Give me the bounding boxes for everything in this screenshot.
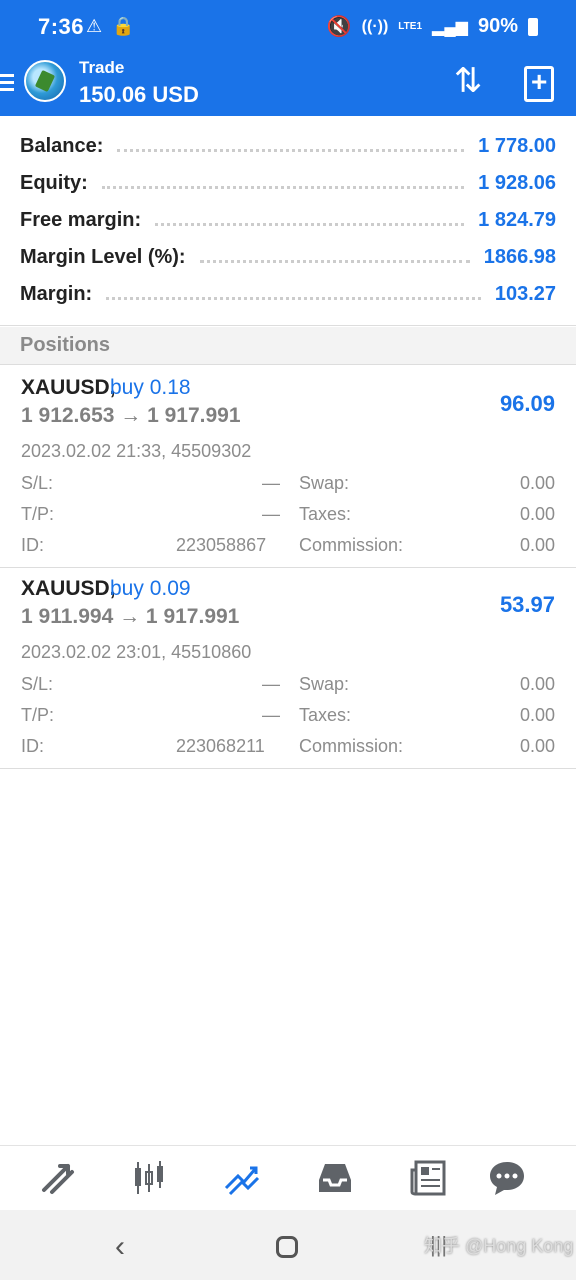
app-toolbar: Trade 150.06 USD ⇅	[0, 56, 576, 116]
position-symbol: XAUUSD,	[21, 577, 116, 600]
position-date: 2023.02.02 23:01, 45510860	[21, 642, 252, 662]
page-title: Trade	[79, 58, 125, 77]
summary-value: 103.27	[494, 283, 556, 305]
page-subtitle-profit: 150.06 USD	[79, 82, 199, 107]
wifi-icon: ((·))	[361, 17, 389, 35]
summary-label: Margin:	[20, 283, 93, 305]
swap-value: 0.00	[519, 473, 555, 493]
quotes-icon[interactable]	[38, 1158, 78, 1198]
position-price: 1 911.994 → 1 917.991	[21, 605, 240, 628]
status-bar: 7:36 ⚠ 🔒 🔇 ((·)) LTE1 ▂▄▆ 90%	[0, 0, 576, 56]
warning-icon: ⚠	[86, 16, 103, 36]
tp-label: T/P:	[21, 705, 55, 725]
swap-label: Swap:	[299, 674, 350, 694]
position-symbol: XAUUSD,	[21, 376, 116, 399]
summary-row-balance: Balance: 1 778.00	[20, 128, 556, 165]
summary-label: Equity:	[20, 172, 88, 194]
sl-label: S/L:	[21, 674, 54, 694]
summary-value: 1 824.79	[478, 209, 556, 231]
position-profit: 96.09	[499, 391, 555, 416]
status-time: 7:36	[38, 14, 85, 39]
watermark: 知乎 @Hong Kong	[424, 1236, 574, 1256]
dotted-leader	[117, 142, 465, 152]
summary-label: Balance:	[20, 135, 104, 157]
id-label: ID:	[21, 736, 45, 756]
position-type: buy 0.18	[110, 376, 191, 399]
account-summary: Balance: 1 778.00 Equity: 1 928.06 Free …	[0, 116, 576, 326]
network-label: LTE1	[398, 21, 423, 32]
position-row[interactable]: XAUUSD, buy 0.18 1 912.653 → 1 917.991 9…	[0, 366, 576, 568]
sort-icon[interactable]: ⇅	[448, 64, 488, 104]
summary-row-free-margin: Free margin: 1 824.79	[20, 202, 556, 239]
position-row[interactable]: XAUUSD, buy 0.09 1 911.994 → 1 917.991 5…	[0, 567, 576, 769]
chart-icon[interactable]	[129, 1158, 169, 1198]
trade-icon[interactable]	[222, 1158, 262, 1198]
status-right: 🔇 ((·)) LTE1 ▂▄▆ 90%	[327, 14, 538, 39]
home-icon[interactable]	[276, 1236, 298, 1258]
metatrader-logo-icon	[24, 60, 66, 102]
dotted-leader	[101, 179, 465, 189]
taxes-label: Taxes:	[299, 504, 352, 524]
history-icon[interactable]	[315, 1158, 355, 1198]
position-type: buy 0.09	[110, 577, 191, 600]
messages-icon[interactable]	[487, 1158, 527, 1198]
commission-label: Commission:	[299, 736, 404, 756]
summary-value: 1 928.06	[478, 172, 556, 194]
id-value: 223068211	[176, 736, 265, 756]
app-root: 7:36 ⚠ 🔒 🔇 ((·)) LTE1 ▂▄▆ 90% Trade 150.…	[0, 0, 576, 1280]
id-label: ID:	[21, 535, 45, 555]
summary-value: 1866.98	[483, 246, 556, 268]
dotted-leader	[199, 253, 470, 263]
sl-value: —	[262, 674, 280, 694]
positions-header-label: Positions	[20, 334, 111, 356]
commission-label: Commission:	[299, 535, 404, 555]
mute-icon: 🔇	[326, 16, 352, 38]
taxes-label: Taxes:	[299, 705, 352, 725]
swap-value: 0.00	[519, 674, 555, 694]
dotted-leader	[106, 290, 481, 300]
commission-value: 0.00	[519, 736, 555, 756]
position-profit: 53.97	[499, 592, 555, 617]
commission-value: 0.00	[519, 535, 555, 555]
tp-value: —	[262, 705, 280, 725]
battery-label: 90%	[477, 15, 518, 37]
swap-label: Swap:	[299, 473, 350, 493]
id-value: 223058867	[176, 535, 267, 555]
menu-icon[interactable]	[0, 70, 18, 96]
back-icon[interactable]: ‹	[115, 1230, 125, 1264]
news-icon[interactable]	[408, 1158, 448, 1198]
position-date: 2023.02.02 21:33, 45509302	[21, 441, 252, 461]
tp-label: T/P:	[21, 504, 55, 524]
bottom-navigation	[0, 1145, 576, 1209]
summary-label: Margin Level (%):	[20, 246, 186, 268]
taxes-value: 0.00	[519, 504, 555, 524]
header-bar: 7:36 ⚠ 🔒 🔇 ((·)) LTE1 ▂▄▆ 90% Trade 150.…	[0, 0, 576, 116]
new-order-icon[interactable]	[524, 66, 554, 102]
summary-label: Free margin:	[20, 209, 142, 231]
positions-header: Positions	[0, 327, 576, 365]
position-price: 1 912.653 → 1 917.991	[21, 404, 241, 427]
tp-value: —	[262, 504, 280, 524]
lock-icon: 🔒	[112, 16, 135, 36]
battery-icon	[528, 17, 538, 36]
summary-row-margin: Margin: 103.27	[20, 276, 556, 313]
summary-value: 1 778.00	[478, 135, 556, 157]
summary-row-equity: Equity: 1 928.06	[20, 165, 556, 202]
sl-value: —	[262, 473, 280, 493]
dotted-leader	[155, 216, 465, 226]
signal-icon: ▂▄▆	[432, 18, 468, 36]
sl-label: S/L:	[21, 473, 54, 493]
summary-row-margin-level: Margin Level (%): 1866.98	[20, 239, 556, 276]
taxes-value: 0.00	[519, 705, 555, 725]
